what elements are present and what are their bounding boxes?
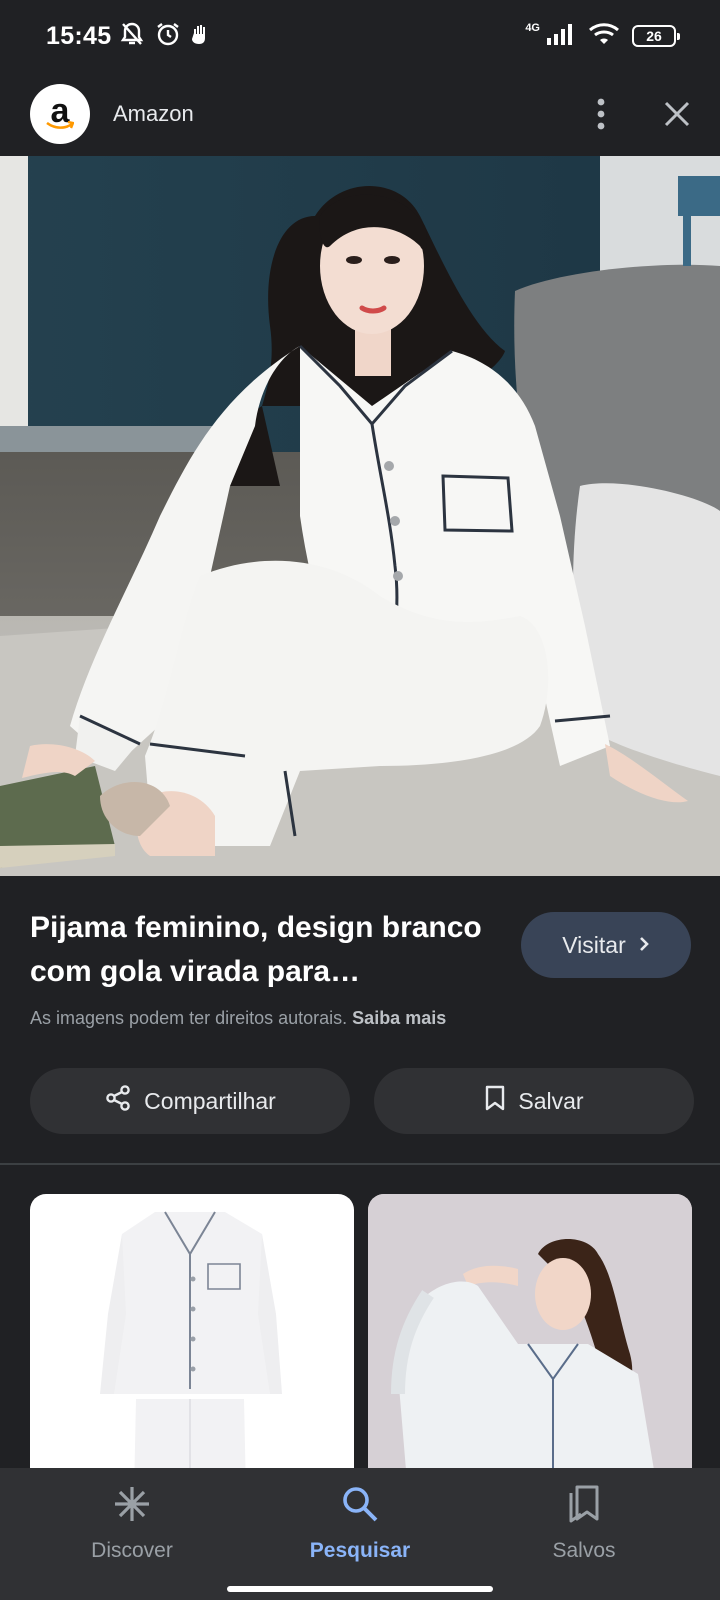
asterisk-icon: [112, 1484, 152, 1529]
share-icon: [104, 1084, 132, 1118]
nav-label-discover: Discover: [91, 1539, 173, 1562]
nav-label-saved: Salvos: [552, 1539, 616, 1562]
related-image-model: [368, 1194, 692, 1494]
visit-button[interactable]: Visitar: [521, 912, 691, 978]
save-label: Salvar: [518, 1087, 584, 1114]
share-button[interactable]: Compartilhar: [30, 1068, 350, 1134]
nav-item-discover[interactable]: Discover: [42, 1484, 222, 1563]
amazon-logo[interactable]: a: [30, 84, 90, 144]
related-image-card[interactable]: [30, 1194, 354, 1494]
save-button[interactable]: Salvar: [374, 1068, 694, 1134]
bookmark-icon: [484, 1085, 506, 1117]
search-icon: [340, 1484, 380, 1529]
alarm-icon: [155, 21, 181, 52]
battery-icon: 26: [632, 25, 680, 47]
nav-item-search[interactable]: Pesquisar: [270, 1484, 450, 1563]
app-header: a Amazon: [0, 72, 720, 156]
mute-bell-icon: [119, 21, 145, 52]
bottom-navigation: Discover Pesquisar Salvos: [0, 1468, 720, 1600]
status-time: 15:45: [46, 21, 112, 50]
chevron-right-icon: [638, 932, 650, 959]
related-image-card[interactable]: [368, 1194, 692, 1494]
section-divider: [0, 1163, 720, 1165]
product-image[interactable]: [0, 156, 720, 876]
battery-level: 26: [646, 28, 662, 44]
more-vert-icon[interactable]: [596, 98, 606, 130]
nav-item-saved[interactable]: Salvos: [494, 1484, 674, 1563]
visit-label: Visitar: [562, 931, 626, 958]
smile-arrow-icon: [46, 121, 74, 129]
product-title[interactable]: Pijama feminino, design branco com gola …: [30, 906, 510, 994]
nav-label-search: Pesquisar: [309, 1539, 411, 1562]
bookmarks-icon: [564, 1484, 604, 1529]
copyright-notice: As imagens podem ter direitos autorais. …: [30, 1008, 446, 1029]
copyright-text: As imagens podem ter direitos autorais.: [30, 1008, 348, 1028]
related-images: [30, 1194, 692, 1494]
share-label: Compartilhar: [144, 1087, 276, 1114]
home-indicator[interactable]: [227, 1586, 493, 1592]
close-icon[interactable]: [664, 101, 690, 127]
wifi-icon: [588, 22, 620, 51]
learn-more-link[interactable]: Saiba mais: [352, 1008, 446, 1028]
product-photo-illustration: [0, 156, 720, 876]
product-info: Pijama feminino, design branco com gola …: [0, 876, 720, 1166]
network-type-label: 4G: [525, 22, 540, 34]
hand-icon: [191, 23, 209, 50]
status-bar: 15:45 4G 26: [0, 0, 720, 72]
related-image-pajama-flat: [100, 1211, 282, 1494]
source-name[interactable]: Amazon: [113, 101, 194, 127]
signal-icon: [546, 22, 576, 51]
